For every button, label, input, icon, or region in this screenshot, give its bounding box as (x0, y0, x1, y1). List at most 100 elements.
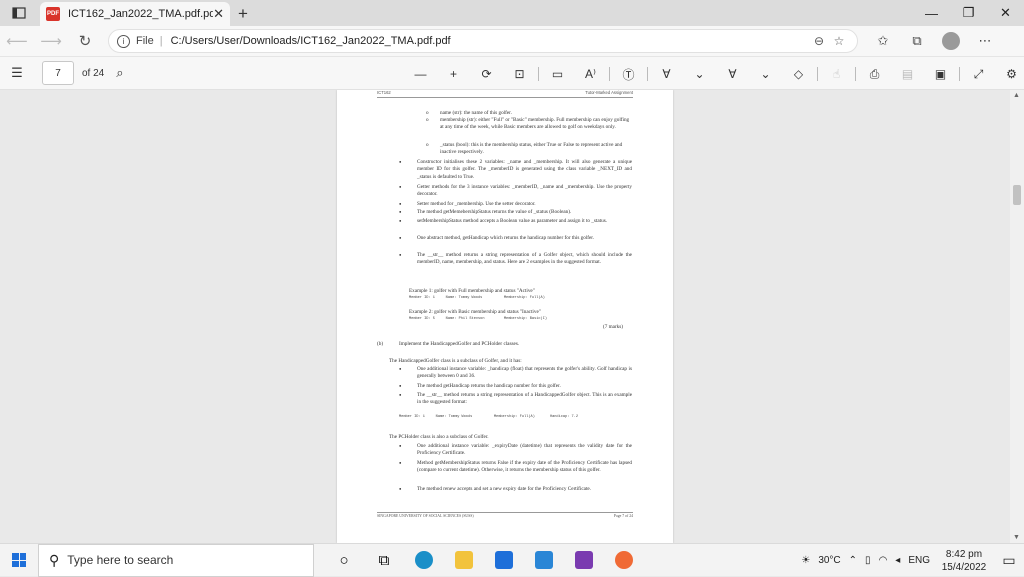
paragraph: The HandicappedGolfer class is a subclas… (389, 358, 522, 364)
list-item: ● One additional instance variable: _expi… (399, 443, 632, 457)
page-footer: SINGAPORE UNIVERSITY OF SOCIAL SCIENCES … (377, 512, 633, 519)
paragraph: The PCHolder class is also a subclass of… (389, 434, 489, 440)
list-item: ● One additional instance variable: _hand… (399, 366, 632, 380)
chevron-up-icon[interactable]: ⌃ (845, 555, 861, 566)
bullet-text: Getter methods for the 3 instance variab… (417, 184, 632, 198)
settings-icon[interactable]: ⚙ (995, 57, 1024, 91)
network-icon[interactable]: ◠ (875, 555, 892, 566)
edge-icon[interactable] (404, 544, 444, 577)
info-icon[interactable]: i (117, 34, 130, 48)
mail-icon[interactable] (524, 544, 564, 577)
list-item: ● The method getMemebershipStatus returns… (399, 209, 572, 215)
language-indicator[interactable]: ENG (904, 555, 934, 566)
scrollbar-thumb[interactable] (1013, 185, 1021, 205)
touch-icon[interactable]: ☝ (820, 57, 853, 91)
page-view-icon[interactable]: ▭ (541, 57, 574, 91)
bullet-text: Constructor initialises these 2 variable… (417, 159, 632, 180)
paint-icon[interactable] (604, 544, 644, 577)
clock[interactable]: 8:42 pm 15/4/2022 (934, 548, 994, 574)
restore-button[interactable]: ❐ (950, 0, 987, 26)
part-heading: Implement the HandicappedGolfer and PCHo… (399, 341, 520, 347)
page-number-input[interactable]: 7 (42, 61, 74, 85)
add-favorite-icon[interactable]: ☆ (829, 34, 849, 48)
scroll-down-icon[interactable]: ▼ (1013, 534, 1020, 541)
list-item: ● setMembershipStatus method accepts a Bo… (399, 218, 608, 224)
list-item: ● Getter methods for the 3 instance varia… (399, 184, 632, 198)
search-icon: ⚲ (49, 551, 60, 568)
save-as-icon[interactable]: ▣ (924, 57, 957, 91)
close-window-button[interactable]: ✕ (987, 0, 1024, 26)
page-count: of 24 (82, 67, 105, 79)
tab-actions-icon (12, 7, 26, 19)
back-button[interactable]: ⟵ (0, 26, 34, 56)
list-item: ● One abstract method, getHandicap which … (399, 235, 595, 241)
onenote-icon[interactable] (564, 544, 604, 577)
file-explorer-icon[interactable] (444, 544, 484, 577)
list-item: ● Setter method for _membership. Use the … (399, 201, 536, 207)
toolbar-divider (959, 67, 960, 81)
clock-date: 15/4/2022 (941, 561, 987, 573)
store-icon[interactable] (484, 544, 524, 577)
pdf-search-icon[interactable]: ⌕ (116, 65, 123, 81)
print-icon[interactable]: ⎙ (858, 57, 891, 91)
example-code: Member ID: 1 Name: Tommy Woods Membershi… (399, 415, 578, 419)
page-header: ICT162 Tutor-Marked Assignment (377, 90, 633, 98)
bullet-text: The __str__ method returns a string repr… (417, 252, 632, 266)
address-bar[interactable]: i File | C:/Users/User/Downloads/ICT162_… (108, 29, 858, 53)
footer-left: SINGAPORE UNIVERSITY OF SOCIAL SCIENCES … (377, 514, 474, 518)
new-tab-button[interactable]: + (230, 2, 256, 26)
browser-tab[interactable]: PDF ICT162_Jan2022_TMA.pdf.pdf ✕ (40, 2, 230, 26)
fit-page-icon[interactable]: ⊡ (503, 57, 536, 91)
more-menu-icon[interactable]: ⋯ (968, 26, 1002, 56)
tab-close-icon[interactable]: ✕ (213, 6, 224, 22)
rotate-icon[interactable]: ⟳ (470, 57, 503, 91)
tablet-icon[interactable]: ▯ (861, 555, 875, 566)
list-item: ● The __str__ method returns a string rep… (399, 392, 632, 406)
part-label: (b) (377, 341, 384, 347)
sub-item-text: membership (str): either "Full" or "Basi… (440, 117, 630, 131)
pdf-viewer[interactable]: ICT162 Tutor-Marked Assignment o name (s… (0, 90, 1024, 543)
windows-taskbar: ⚲ Type here to search ○ ⧉ ☀ 30°C ⌃ ▯ ◠ ◂… (0, 543, 1024, 577)
pdf-toolbar: ☰ 7 of 24 ⌕ — + ⟳ ⊡ ▭ A⁾ Ⓣ ∀ ⌄ ∀ ⌄ ◇ ☝ ⎙… (0, 56, 1024, 90)
weather-icon[interactable]: ☀ (797, 555, 814, 566)
tab-actions-button[interactable] (0, 0, 38, 26)
zoom-out-icon[interactable]: — (404, 57, 437, 91)
minimize-button[interactable]: — (913, 0, 950, 26)
draw-icon[interactable]: ∀ (650, 57, 683, 91)
example-code: Member ID: 5 Name: Phil Stevson Membersh… (409, 317, 548, 321)
refresh-button[interactable]: ↻ (68, 26, 102, 56)
highlight-dropdown-icon[interactable]: ⌄ (749, 57, 782, 91)
bullet-text: The method getMemebershipStatus returns … (417, 209, 572, 215)
highlight-icon[interactable]: ∀ (716, 57, 749, 91)
url-text[interactable]: C:/Users/User/Downloads/ICT162_Jan2022_T… (171, 35, 809, 47)
clock-time: 8:42 pm (945, 548, 983, 560)
start-button[interactable] (0, 544, 38, 577)
vertical-scrollbar[interactable]: ▲ ▼ (1010, 90, 1024, 543)
erase-icon[interactable]: ◇ (782, 57, 815, 91)
example-caption: Example 1: golfer with Full membership a… (409, 288, 535, 294)
taskbar-search[interactable]: ⚲ Type here to search (38, 543, 314, 577)
fullscreen-icon[interactable]: ⤢ (962, 57, 995, 91)
task-view-icon[interactable]: ⧉ (364, 544, 404, 577)
volume-icon[interactable]: ◂ (891, 555, 904, 566)
favorites-icon[interactable]: ✩ (866, 26, 900, 56)
save-icon[interactable]: ▤ (891, 57, 924, 91)
add-text-icon[interactable]: Ⓣ (612, 57, 645, 91)
pdf-icon: PDF (46, 7, 60, 21)
weather-temp[interactable]: 30°C (814, 555, 844, 566)
forward-button[interactable]: ⟶ (34, 26, 68, 56)
zoom-in-icon[interactable]: + (437, 57, 470, 91)
sub-bullet: o (426, 142, 429, 148)
profile-avatar[interactable] (942, 32, 960, 50)
toolbar-divider (817, 67, 818, 81)
cortana-icon[interactable]: ○ (324, 544, 364, 577)
read-aloud-icon[interactable]: A⁾ (574, 57, 607, 91)
scroll-up-icon[interactable]: ▲ (1013, 92, 1020, 99)
header-left: ICT162 (377, 90, 391, 95)
list-item: o membership (str): either "Full" or "Ba… (426, 117, 632, 132)
zoom-icon[interactable]: ⊖ (809, 34, 829, 48)
table-of-contents-icon[interactable]: ☰ (0, 65, 34, 81)
draw-dropdown-icon[interactable]: ⌄ (683, 57, 716, 91)
notifications-icon[interactable]: ▭ (994, 552, 1024, 569)
collections-icon[interactable]: ⧉ (900, 26, 934, 56)
